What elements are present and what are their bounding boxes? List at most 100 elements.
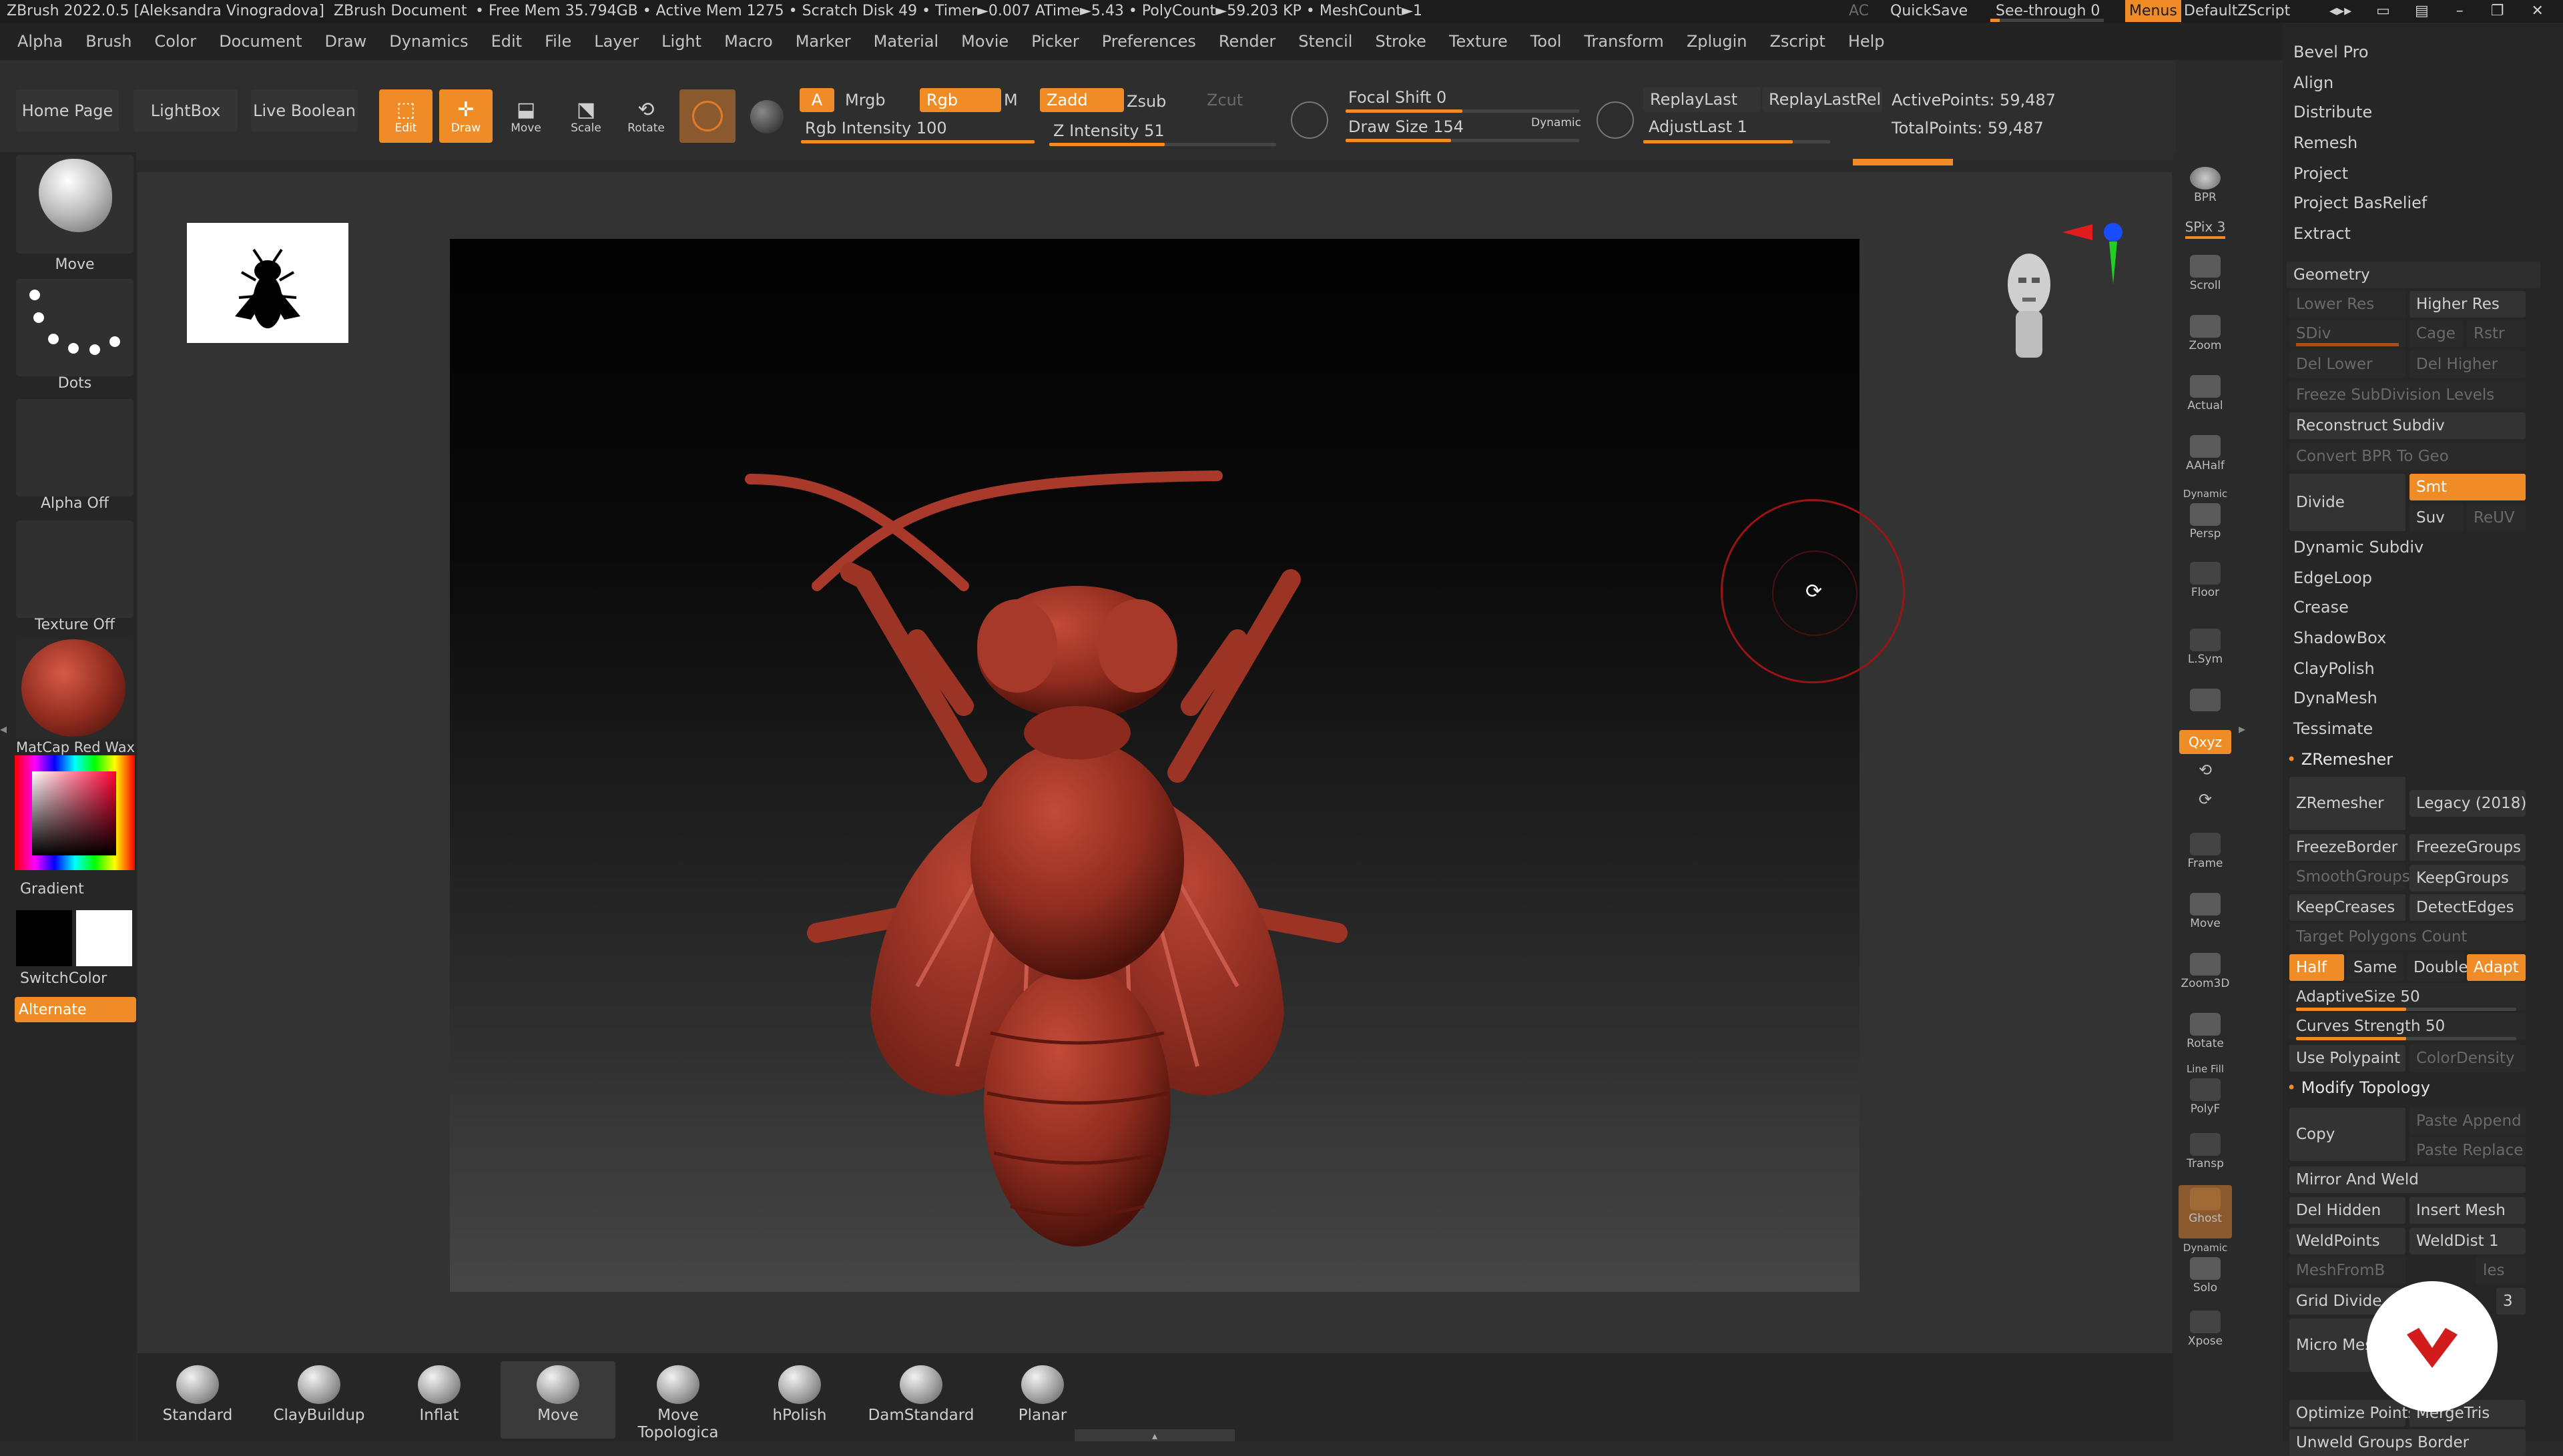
rotate-view-button[interactable]: Rotate	[2179, 1010, 2232, 1058]
keepgroups-toggle[interactable]: KeepGroups	[2409, 865, 2526, 891]
dynamic-size-toggle[interactable]: Dynamic	[1531, 116, 1581, 129]
qxyz-button[interactable]: Qxyz	[2179, 730, 2232, 757]
default-zscript-button[interactable]: DefaultZScript	[2184, 3, 2290, 19]
project-basrelief-button[interactable]: Project BasRelief	[2293, 194, 2427, 212]
brush-claybuildup[interactable]: ClayBuildup	[262, 1361, 376, 1439]
axis-gizmo[interactable]	[2056, 218, 2129, 298]
menu-picker[interactable]: Picker	[1031, 32, 1079, 51]
alternate-toggle[interactable]: Alternate	[15, 997, 136, 1022]
rotate-mode-button[interactable]: ⟲ Rotate	[619, 89, 673, 143]
menu-help[interactable]: Help	[1848, 32, 1885, 51]
lock-button[interactable]	[2179, 686, 2232, 734]
see-through-slider[interactable]: See-through 0	[1996, 3, 2100, 19]
freeze-subdiv-button[interactable]: Freeze SubDivision Levels	[2289, 382, 2526, 408]
menu-tool[interactable]: Tool	[1530, 32, 1562, 51]
zremesher-button[interactable]: ZRemesher	[2289, 777, 2405, 830]
minimize-icon[interactable]: –	[2456, 3, 2464, 19]
reconstruct-subdiv-button[interactable]: Reconstruct Subdiv	[2289, 412, 2526, 439]
ghost-button[interactable]: Ghost	[2179, 1185, 2232, 1238]
crease-item[interactable]: Crease	[2293, 598, 2349, 617]
cage-button[interactable]: Cage	[2409, 320, 2463, 347]
keepcreases-toggle[interactable]: KeepCreases	[2289, 894, 2405, 921]
left-tray-collapse-icon[interactable]: ◂	[0, 721, 7, 747]
geometry-header[interactable]: Geometry	[2287, 262, 2540, 288]
reuv-button[interactable]: ReUV	[2467, 504, 2526, 531]
paste-replace-button[interactable]: Paste Replace	[2409, 1137, 2526, 1164]
menu-document[interactable]: Document	[219, 32, 302, 51]
distribute-button[interactable]: Distribute	[2293, 103, 2372, 121]
menu-dynamics[interactable]: Dynamics	[389, 32, 468, 51]
m-toggle[interactable]: M	[1004, 91, 1018, 109]
project-button[interactable]: Project	[2293, 164, 2348, 183]
menu-preferences[interactable]: Preferences	[1102, 32, 1196, 51]
spix-slider[interactable]	[2185, 236, 2225, 239]
higher-res-button[interactable]: Higher Res	[2409, 291, 2526, 318]
unweld-groups-border-button[interactable]: Unweld Groups Border	[2289, 1429, 2526, 1456]
suv-toggle[interactable]: Suv	[2409, 504, 2463, 531]
stroke-s-icon[interactable]	[1291, 101, 1328, 139]
xpose-button[interactable]: Xpose	[2179, 1308, 2232, 1356]
material-thumbnail[interactable]: MatCap Red Wax	[16, 639, 135, 755]
see-through-track[interactable]	[1990, 19, 2104, 22]
del-hidden-button[interactable]: Del Hidden	[2289, 1197, 2405, 1224]
menu-render[interactable]: Render	[1219, 32, 1275, 51]
edgeloop-item[interactable]: EdgeLoop	[2293, 569, 2372, 587]
secondary-color-swatch[interactable]	[76, 910, 132, 966]
aahalf-button[interactable]: AAHalf	[2179, 432, 2232, 480]
close-icon[interactable]: ✕	[2531, 3, 2543, 19]
replay-last-rel-button[interactable]: ReplayLastRel	[1762, 87, 1882, 112]
zadd-toggle[interactable]: Zadd	[1040, 88, 1124, 112]
smoothgroups-slider[interactable]: SmoothGroups	[2289, 863, 2410, 890]
ac-label[interactable]: AC	[1849, 3, 1869, 19]
actual-button[interactable]: Actual	[2179, 372, 2232, 420]
double-toggle[interactable]: Double	[2407, 954, 2468, 981]
dynamesh-item[interactable]: DynaMesh	[2293, 689, 2377, 707]
stroke-d-icon[interactable]	[1597, 101, 1634, 139]
remesh-button[interactable]: Remesh	[2293, 133, 2357, 152]
colordensity-slider[interactable]: ColorDensity	[2409, 1045, 2526, 1072]
mirror-and-weld-button[interactable]: Mirror And Weld	[2289, 1166, 2526, 1193]
sdiv-slider-track[interactable]	[2296, 343, 2399, 346]
copy-button[interactable]: Copy	[2289, 1108, 2405, 1161]
align-button[interactable]: Align	[2293, 73, 2333, 92]
a-toggle[interactable]: A	[800, 88, 834, 112]
convert-bpr-button[interactable]: Convert BPR To Geo	[2289, 443, 2526, 470]
lower-res-button[interactable]: Lower Res	[2289, 291, 2405, 318]
switch-color-button[interactable]: SwitchColor	[20, 970, 107, 987]
mrgb-toggle[interactable]: Mrgb	[845, 91, 886, 109]
divide-button[interactable]: Divide	[2289, 474, 2405, 531]
brush-damstandard[interactable]: DamStandard	[864, 1361, 978, 1439]
move-mode-button[interactable]: ⬓ Move	[499, 89, 553, 143]
scroll-button[interactable]: Scroll	[2179, 252, 2232, 300]
draw-button[interactable]: ✛ Draw	[439, 89, 493, 143]
menu-zscript[interactable]: Zscript	[1769, 32, 1825, 51]
brush-inflat[interactable]: Inflat	[382, 1361, 497, 1439]
alpha-thumbnail[interactable]: Alpha Off	[16, 399, 133, 512]
freezegroups-toggle[interactable]: FreezeGroups	[2409, 834, 2526, 861]
quicksave-button[interactable]: QuickSave	[1890, 3, 1968, 19]
solo-button[interactable]: Dynamic Solo	[2179, 1241, 2232, 1299]
rotate-y-button[interactable]: ⟲	[2179, 761, 2232, 787]
stroke-thumbnail[interactable]: Dots	[16, 279, 133, 392]
menu-macro[interactable]: Macro	[724, 32, 773, 51]
home-page-button[interactable]: Home Page	[16, 89, 119, 132]
modify-topology-header[interactable]: • Modify Topology	[2287, 1078, 2430, 1097]
rstr-button[interactable]: Rstr	[2467, 320, 2526, 347]
document-canvas[interactable]	[450, 239, 1860, 1292]
menu-alpha[interactable]: Alpha	[17, 32, 63, 51]
brush-hpolish[interactable]: hPolish	[742, 1361, 857, 1439]
menu-texture[interactable]: Texture	[1449, 32, 1508, 51]
rgb-toggle[interactable]: Rgb	[920, 88, 1001, 112]
menus-toggle[interactable]: Menus	[2125, 0, 2181, 22]
adapt-toggle[interactable]: Adapt	[2467, 954, 2526, 981]
bpr-button[interactable]: BPR	[2179, 164, 2232, 212]
spix-setting[interactable]: SPix 3	[2179, 219, 2232, 246]
brush-move-topological[interactable]: Move Topologica	[621, 1361, 736, 1441]
tessimate-item[interactable]: Tessimate	[2293, 719, 2373, 738]
menu-layer[interactable]: Layer	[594, 32, 639, 51]
menu-movie[interactable]: Movie	[961, 32, 1009, 51]
shading-sphere-icon[interactable]	[750, 100, 784, 133]
gradient-label[interactable]: Gradient	[20, 881, 84, 897]
menu-stroke[interactable]: Stroke	[1375, 32, 1426, 51]
texture-thumbnail[interactable]: Texture Off	[16, 520, 133, 633]
